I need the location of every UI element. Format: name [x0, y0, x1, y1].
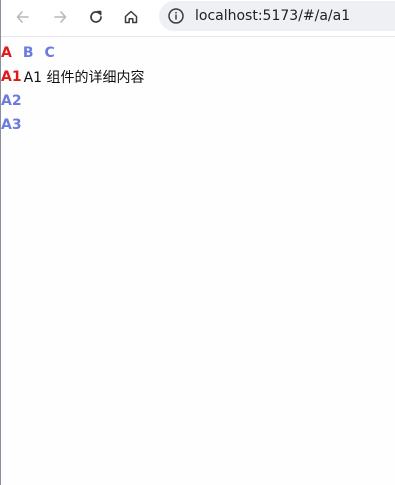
- a1-detail-content: A1 组件的详细内容: [23, 70, 145, 86]
- nav-link-a[interactable]: A: [1, 45, 12, 61]
- browser-toolbar: localhost:5173/#/a/a1: [1, 0, 395, 37]
- address-bar[interactable]: localhost:5173/#/a/a1: [159, 1, 395, 31]
- nav-link-c[interactable]: C: [45, 45, 55, 61]
- reload-button[interactable]: [83, 4, 109, 30]
- home-icon: [124, 10, 138, 24]
- subnav-row-a3: A3: [1, 113, 395, 137]
- url-text[interactable]: localhost:5173/#/a/a1: [195, 7, 350, 25]
- site-info-icon[interactable]: [167, 7, 185, 25]
- arrow-left-icon: [16, 11, 29, 23]
- forward-button[interactable]: [47, 4, 73, 30]
- top-nav: A B C: [1, 41, 395, 65]
- subnav-row-a1: A1 A1 组件的详细内容: [1, 65, 395, 89]
- reload-icon: [90, 10, 102, 23]
- subnav-link-a3[interactable]: A3: [1, 117, 22, 133]
- subnav-link-a2[interactable]: A2: [1, 93, 22, 109]
- nav-link-b[interactable]: B: [23, 45, 34, 61]
- subnav-row-a2: A2: [1, 89, 395, 113]
- home-button[interactable]: [118, 4, 144, 30]
- arrow-right-icon: [54, 11, 67, 23]
- browser-window: localhost:5173/#/a/a1 A B C A1 A1 组件的详细内…: [0, 0, 395, 485]
- subnav-link-a1[interactable]: A1: [1, 69, 22, 85]
- back-button[interactable]: [10, 4, 36, 30]
- page-content: A B C A1 A1 组件的详细内容 A2 A3: [1, 41, 395, 137]
